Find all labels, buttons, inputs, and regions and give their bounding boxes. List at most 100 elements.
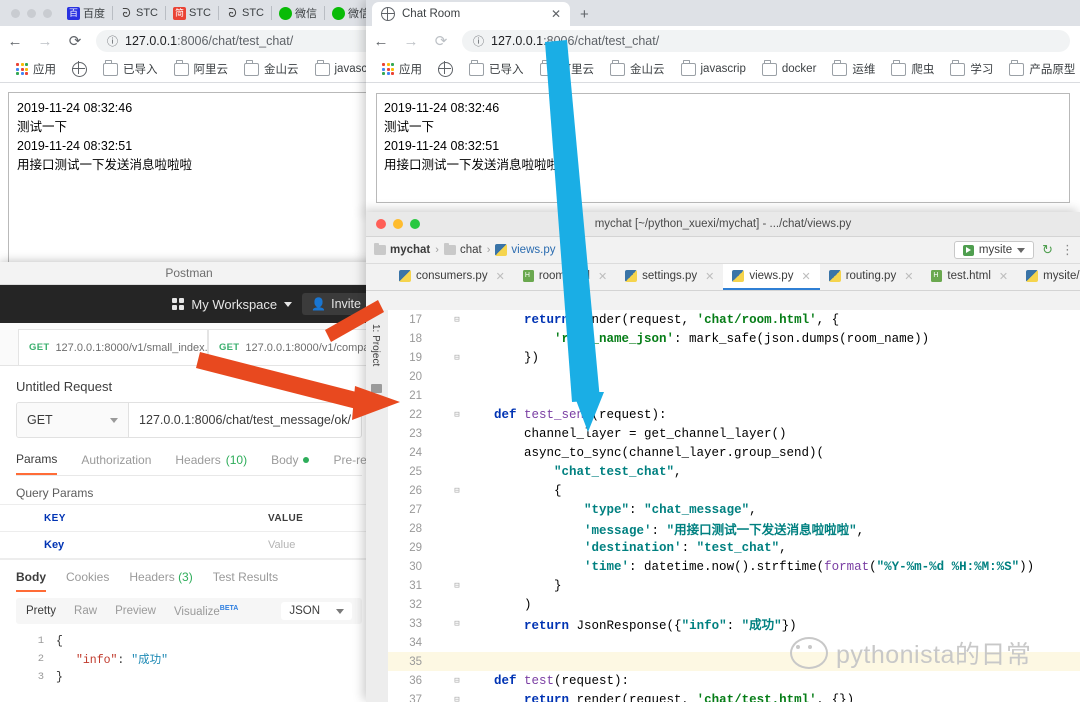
bookmark-folder-javascrip[interactable]: javascrip xyxy=(673,56,754,82)
workspace-selector[interactable]: My Workspace xyxy=(172,296,293,312)
minimize-button[interactable] xyxy=(27,8,36,18)
close-button[interactable] xyxy=(11,8,20,18)
forward-icon[interactable]: → xyxy=(30,26,60,56)
editor-tab-test-html[interactable]: test.html ✕ xyxy=(922,264,1017,290)
more-options-icon[interactable]: ⋮ xyxy=(1061,242,1074,258)
editor-tab-label: routing.py xyxy=(845,270,897,282)
view-visualize[interactable]: VisualizeBETA xyxy=(174,605,238,618)
bookmark-folder-xuexi[interactable]: 学习 xyxy=(942,56,1001,82)
fold-marker[interactable]: ⊟ xyxy=(450,619,464,629)
fold-marker[interactable]: ⊟ xyxy=(450,676,464,686)
editor-tab-label: test.html xyxy=(947,270,991,282)
editor-tab-routing-py[interactable]: routing.py ✕ xyxy=(820,264,923,290)
editor-tab-views-py[interactable]: views.py ✕ xyxy=(723,264,820,290)
tab-test-results[interactable]: Test Results xyxy=(213,570,278,592)
view-raw[interactable]: Raw xyxy=(74,605,97,617)
fold-marker[interactable]: ⊟ xyxy=(450,410,464,420)
invite-button[interactable]: 👤 Invite xyxy=(302,293,370,315)
back-icon[interactable]: ← xyxy=(0,26,30,56)
bookmark-globe[interactable] xyxy=(430,56,461,82)
bookmark-folder-yunwei[interactable]: 运维 xyxy=(824,56,883,82)
invite-label: Invite xyxy=(331,297,361,311)
value-input[interactable]: Value xyxy=(260,539,378,551)
breadcrumb-item-chat[interactable]: chat xyxy=(443,242,482,256)
close-icon[interactable]: ✕ xyxy=(801,270,810,283)
request-tab[interactable]: GET 127.0.0.1:8000/v1/company/m xyxy=(207,329,378,365)
editor-tab-label: mysite/urls.py xyxy=(1043,270,1080,282)
workspace-label: My Workspace xyxy=(191,296,278,312)
rerun-icon[interactable]: ↻ xyxy=(1042,242,1053,258)
tool-window-project[interactable]: 1: Project xyxy=(370,324,381,366)
tab-body[interactable]: Body xyxy=(271,452,310,475)
view-preview[interactable]: Preview xyxy=(115,605,156,617)
close-icon[interactable]: ✕ xyxy=(496,270,505,283)
editor-tab-room-html[interactable]: room.html ✕ xyxy=(514,264,616,290)
close-icon[interactable]: ✕ xyxy=(598,270,607,283)
bookmark-folder-aliyun[interactable]: 阿里云 xyxy=(532,56,603,82)
tab-response-headers[interactable]: Headers (3) xyxy=(129,570,192,592)
bookmark-folder-jinshanyun[interactable]: 金山云 xyxy=(602,56,673,82)
editor-tab-mysite-urls-py[interactable]: mysite/urls.py✕ xyxy=(1017,264,1080,290)
bookmark-stc-1[interactable]: ᘒ STC xyxy=(113,0,165,26)
response-format-select[interactable]: JSON xyxy=(281,602,352,620)
editor-tab-label: settings.py xyxy=(642,270,698,282)
bookmark-folder-chanpinyuanxing[interactable]: 产品原型 xyxy=(1001,56,1080,82)
fold-marker[interactable]: ⊟ xyxy=(450,486,464,496)
bookmark-folder-imported[interactable]: 已导入 xyxy=(461,56,532,82)
bookmark-baidu[interactable]: 百百度 xyxy=(60,0,112,26)
back-icon[interactable]: ← xyxy=(366,26,396,56)
request-tab[interactable]: GET 127.0.0.1:8000/v1/small_index... xyxy=(18,329,208,365)
bookmark-folder-docker[interactable]: docker xyxy=(754,56,825,82)
browser-tab-chat-room[interactable]: Chat Room ✕ xyxy=(372,2,570,26)
maximize-button[interactable] xyxy=(43,8,52,18)
tab-authorization[interactable]: Authorization xyxy=(81,452,151,475)
line-number: 1 xyxy=(37,635,44,647)
tab-response-cookies[interactable]: Cookies xyxy=(66,570,109,592)
breadcrumb-item-mychat[interactable]: mychat xyxy=(374,242,430,256)
tab-params[interactable]: Params xyxy=(16,452,58,475)
close-icon[interactable]: ✕ xyxy=(999,270,1008,283)
fold-marker[interactable]: ⊟ xyxy=(450,353,464,363)
bookmark-folder-aliyun[interactable]: 阿里云 xyxy=(166,56,237,82)
close-icon[interactable]: ✕ xyxy=(904,270,913,283)
tab-headers[interactable]: Headers (10) xyxy=(175,452,247,475)
fold-marker[interactable]: ⊟ xyxy=(450,315,464,325)
bookmark-wechat-1[interactable]: 微信 xyxy=(272,0,324,26)
fold-marker[interactable]: ⊟ xyxy=(450,695,464,702)
bookmark-apps[interactable]: 应用 xyxy=(374,56,430,82)
bookmark-jianshu[interactable]: 简 STC xyxy=(166,0,218,26)
bookmark-folder-pachong[interactable]: 爬虫 xyxy=(883,56,942,82)
forward-icon[interactable]: → xyxy=(396,26,426,56)
address-bar[interactable]: ⓘ 127.0.0.1:8006/chat/test_chat/ xyxy=(462,30,1070,52)
tab-response-body[interactable]: Body xyxy=(16,570,46,592)
chat-line: 用接口测试一下发送消息啦啦啦 xyxy=(384,158,560,172)
bookmark-stc-2[interactable]: ᘒ STC xyxy=(219,0,271,26)
editor-tab-consumers-py[interactable]: consumers.py ✕ xyxy=(390,264,514,290)
key-input[interactable]: Key xyxy=(34,539,260,551)
new-tab-button[interactable]: + xyxy=(580,6,589,26)
json-line: 3 } xyxy=(0,668,378,686)
site-info-icon[interactable]: ⓘ xyxy=(107,33,118,49)
request-url-input[interactable]: 127.0.0.1:8006/chat/test_message/ok/ xyxy=(129,403,361,437)
run-config-label: mysite xyxy=(978,244,1013,256)
bookmark-folder-imported[interactable]: 已导入 xyxy=(95,56,166,82)
run-config-select[interactable]: mysite xyxy=(953,241,1035,259)
editor-tab-settings-py[interactable]: settings.py ✕ xyxy=(616,264,723,290)
bookmark-label: 运维 xyxy=(852,64,876,76)
bookmark-folder-jinshanyun[interactable]: 金山云 xyxy=(236,56,307,82)
breadcrumb-item-viewspy[interactable]: views.py xyxy=(495,244,555,256)
site-info-icon[interactable]: ⓘ xyxy=(473,33,484,49)
reload-icon[interactable]: ⟳ xyxy=(60,26,90,56)
response-body-json: 1 { 2 "info": "成功" 3 } xyxy=(0,632,378,686)
apps-grid-icon xyxy=(16,63,28,75)
fold-marker[interactable]: ⊟ xyxy=(450,581,464,591)
table-row[interactable]: Key Value xyxy=(0,532,378,559)
bookmark-globe[interactable] xyxy=(64,56,95,82)
close-icon[interactable]: ✕ xyxy=(551,7,561,21)
http-method-select[interactable]: GET xyxy=(17,403,130,437)
code-editor[interactable]: 17 ⊟ return render(request, 'chat/room.ht… xyxy=(388,310,1080,702)
close-icon[interactable]: ✕ xyxy=(705,270,714,283)
bookmark-apps[interactable]: 应用 xyxy=(8,56,64,82)
reload-icon[interactable]: ⟳ xyxy=(426,26,456,56)
view-pretty[interactable]: Pretty xyxy=(26,605,56,617)
